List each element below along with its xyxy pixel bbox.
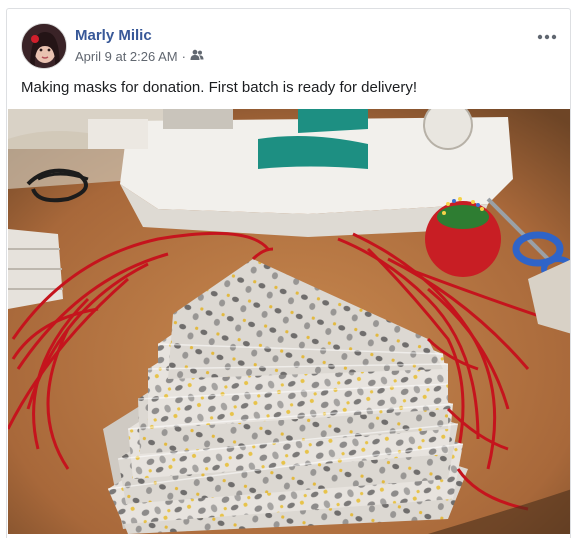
post-header: Marly Milic April 9 at 2:26 AM · [21, 23, 570, 69]
post-timestamp[interactable]: April 9 at 2:26 AM [75, 49, 178, 64]
meta-separator: · [181, 49, 186, 64]
more-options-icon[interactable] [532, 27, 562, 47]
friends-icon[interactable] [190, 49, 204, 64]
post-text: Making masks for donation. First batch i… [21, 79, 417, 96]
avatar[interactable] [21, 23, 67, 69]
post-photo[interactable] [8, 109, 570, 534]
post-card: Marly Milic April 9 at 2:26 AM · Making … [6, 8, 571, 538]
post-meta: April 9 at 2:26 AM · [75, 49, 204, 64]
author-name[interactable]: Marly Milic [75, 27, 152, 44]
